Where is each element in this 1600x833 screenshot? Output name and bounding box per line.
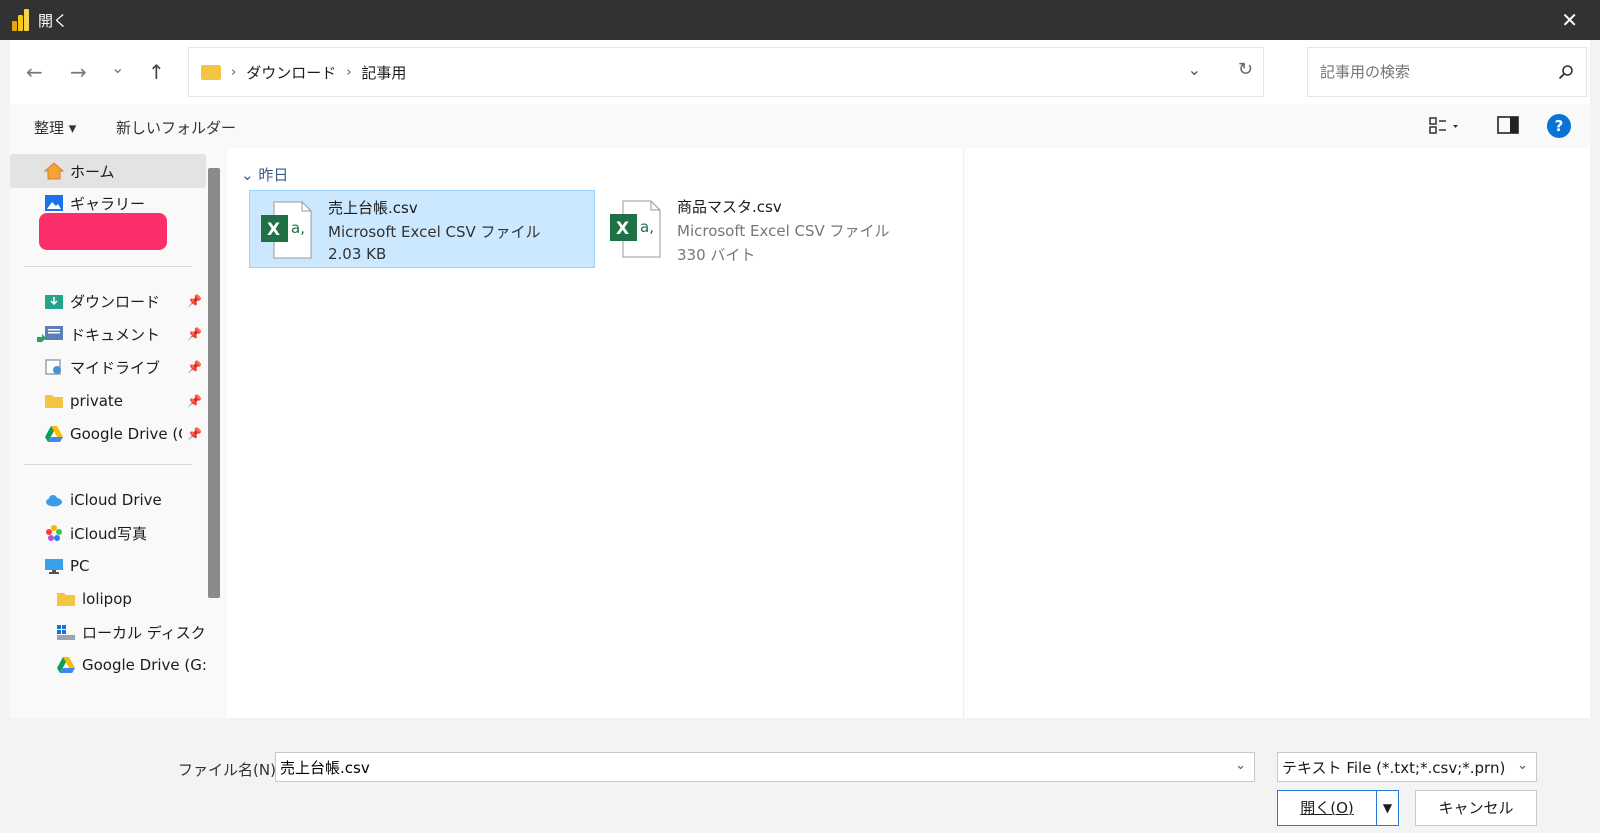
file-type: Microsoft Excel CSV ファイル bbox=[328, 223, 541, 241]
google-drive-icon bbox=[45, 426, 63, 442]
up-arrow-icon[interactable]: ↑ bbox=[148, 60, 165, 84]
breadcrumb-downloads[interactable]: ダウンロード bbox=[246, 62, 336, 83]
close-icon[interactable]: ✕ bbox=[1561, 8, 1578, 32]
command-bar: 整理 ▾ 新しいフォルダー ? bbox=[10, 104, 1590, 148]
help-icon[interactable]: ? bbox=[1547, 114, 1571, 138]
breadcrumb-separator: › bbox=[231, 64, 237, 80]
sidebar-item-downloads[interactable]: ダウンロード 📌 bbox=[10, 284, 206, 318]
group-header-yesterday[interactable]: ⌄ 昨日 bbox=[241, 164, 288, 185]
chevron-down-icon: ⌄ bbox=[1517, 758, 1528, 773]
open-button-label[interactable]: 開く(O) bbox=[1278, 791, 1376, 825]
search-box[interactable] bbox=[1307, 47, 1587, 97]
sidebar-item-google-drive[interactable]: Google Drive (G:) 📌 bbox=[10, 417, 206, 451]
file-type: Microsoft Excel CSV ファイル bbox=[677, 222, 890, 240]
filename-combobox[interactable]: ⌄ bbox=[275, 752, 1255, 782]
file-name: 売上台帳.csv bbox=[328, 199, 418, 217]
address-bar[interactable]: › ダウンロード › 記事用 ⌄ ↻ bbox=[188, 47, 1264, 97]
pin-icon[interactable]: 📌 bbox=[187, 394, 202, 408]
svg-text:a,: a, bbox=[640, 218, 654, 236]
folder-icon bbox=[201, 64, 221, 80]
sidebar-item-icloud-drive[interactable]: iCloud Drive bbox=[10, 483, 206, 517]
file-size: 330 バイト bbox=[677, 246, 756, 264]
documents-folder-icon bbox=[37, 326, 63, 342]
window-title: 開く bbox=[38, 11, 69, 30]
redaction-block bbox=[39, 213, 167, 250]
open-options-arrow-icon[interactable]: ▼ bbox=[1376, 791, 1398, 825]
powerbi-app-icon bbox=[12, 9, 32, 31]
address-dropdown-icon[interactable]: ⌄ bbox=[1188, 60, 1201, 79]
preview-pane-icon[interactable] bbox=[1497, 116, 1519, 134]
chevron-down-icon: ⌄ bbox=[241, 166, 254, 184]
home-icon bbox=[44, 162, 64, 180]
file-item-sales-ledger[interactable]: X a, 売上台帳.csv Microsoft Excel CSV ファイル 2… bbox=[249, 190, 595, 268]
sidebar-item-private[interactable]: private 📌 bbox=[10, 384, 206, 418]
sidebar-item-lolipop[interactable]: lolipop bbox=[10, 582, 206, 616]
open-button[interactable]: 開く(O) ▼ bbox=[1277, 790, 1399, 826]
sidebar-scrollbar[interactable] bbox=[208, 168, 220, 598]
forward-arrow-icon[interactable]: → bbox=[70, 60, 87, 84]
sidebar-item-local-disk[interactable]: ローカル ディスク (C:) bbox=[10, 615, 206, 649]
sidebar-divider bbox=[24, 266, 192, 267]
filename-label: ファイル名(N): bbox=[178, 761, 281, 779]
sidebar-item-icloud-photos[interactable]: iCloud写真 bbox=[10, 516, 206, 550]
file-size: 2.03 KB bbox=[328, 245, 387, 263]
new-folder-button[interactable]: 新しいフォルダー bbox=[116, 117, 236, 138]
svg-text:X: X bbox=[267, 220, 280, 240]
cancel-button[interactable]: キャンセル bbox=[1415, 790, 1537, 826]
downloads-folder-icon bbox=[45, 295, 63, 309]
back-arrow-icon[interactable]: ← bbox=[26, 60, 43, 84]
title-bar: 開く ✕ bbox=[0, 0, 1600, 40]
recent-locations-chevron-icon[interactable]: ⌄ bbox=[111, 58, 124, 77]
pin-icon[interactable]: 📌 bbox=[187, 294, 202, 308]
folder-icon bbox=[57, 593, 75, 606]
search-input[interactable] bbox=[1318, 62, 1548, 82]
pin-icon[interactable]: 📌 bbox=[187, 360, 202, 374]
file-open-dialog: ← → ⌄ ↑ › ダウンロード › 記事用 ⌄ ↻ 整理 ▾ 新しいフォルダー bbox=[10, 40, 1590, 833]
sidebar-item-documents[interactable]: ドキュメント 📌 bbox=[10, 317, 206, 351]
excel-csv-file-icon: X a, bbox=[261, 201, 312, 259]
sidebar-divider bbox=[24, 464, 192, 465]
organize-button[interactable]: 整理 ▾ bbox=[34, 117, 76, 138]
sidebar-item-my-drive[interactable]: マイドライブ 📌 bbox=[10, 350, 206, 384]
icloud-drive-icon bbox=[46, 495, 62, 507]
breadcrumb-current-folder[interactable]: 記事用 bbox=[361, 62, 406, 83]
svg-text:a,: a, bbox=[291, 219, 305, 237]
sidebar-item-home[interactable]: ホーム bbox=[10, 154, 206, 188]
navigation-pane: ホーム ギャラリー ダウンロード 📌 ドキュメント 📌 マイドライブ 📌 pri… bbox=[10, 148, 220, 718]
sidebar-item-pc[interactable]: PC bbox=[10, 549, 206, 583]
file-name: 商品マスタ.csv bbox=[677, 198, 782, 216]
file-type-select[interactable]: テキスト File (*.txt;*.csv;*.prn) ⌄ bbox=[1277, 752, 1537, 782]
file-list-pane: ⌄ 昨日 X a, 売上台帳.csv Microsoft Excel CSV フ… bbox=[227, 148, 963, 718]
file-type-value: テキスト File (*.txt;*.csv;*.prn) bbox=[1282, 758, 1506, 777]
local-disk-icon bbox=[57, 625, 75, 640]
pc-icon bbox=[45, 559, 63, 574]
pin-icon[interactable]: 📌 bbox=[187, 327, 202, 341]
sidebar-item-google-drive-g[interactable]: Google Drive (G:) bbox=[10, 648, 206, 682]
navigation-row: ← → ⌄ ↑ › ダウンロード › 記事用 ⌄ ↻ bbox=[10, 40, 1590, 104]
chevron-down-icon[interactable]: ⌄ bbox=[1235, 758, 1246, 773]
google-drive-icon bbox=[57, 657, 75, 673]
refresh-icon[interactable]: ↻ bbox=[1238, 59, 1253, 80]
folder-icon bbox=[45, 395, 63, 408]
excel-csv-file-icon: X a, bbox=[610, 200, 661, 258]
pin-icon[interactable]: 📌 bbox=[187, 427, 202, 441]
breadcrumb-separator: › bbox=[346, 64, 352, 80]
filename-input[interactable] bbox=[276, 757, 1216, 777]
gallery-icon bbox=[45, 195, 63, 211]
file-item-product-master[interactable]: X a, 商品マスタ.csv Microsoft Excel CSV ファイル … bbox=[599, 190, 945, 268]
preview-pane bbox=[963, 148, 1590, 718]
icloud-photos-icon bbox=[46, 525, 62, 541]
my-drive-icon bbox=[45, 359, 61, 375]
search-icon bbox=[1558, 65, 1573, 80]
dialog-footer: ファイル名(N): ⌄ テキスト File (*.txt;*.csv;*.prn… bbox=[10, 718, 1590, 833]
svg-text:X: X bbox=[616, 219, 629, 239]
view-options-icon[interactable] bbox=[1429, 116, 1459, 136]
